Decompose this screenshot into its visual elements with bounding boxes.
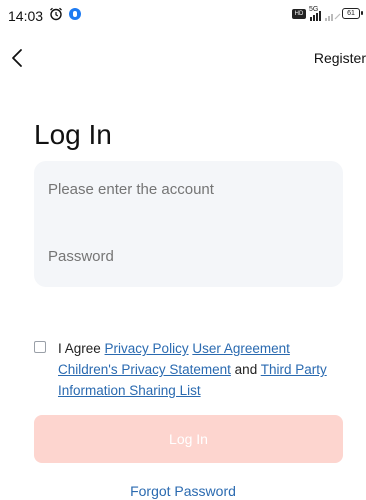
agree-checkbox[interactable] [34, 341, 46, 353]
agreement-text: I Agree Privacy Policy User Agreement Ch… [58, 338, 348, 401]
account-input[interactable] [48, 169, 328, 209]
signal-strength-icon [310, 11, 341, 21]
user-agreement-link[interactable]: User Agreement [192, 341, 290, 356]
login-button[interactable]: Log In [34, 415, 343, 463]
battery-icon: 61 [342, 8, 363, 19]
app-notification-icon [69, 8, 81, 20]
alarm-clock-icon [50, 7, 62, 21]
page-title: Log In [34, 118, 112, 150]
password-input[interactable] [48, 236, 328, 276]
agreement-prefix: I Agree [58, 341, 101, 356]
register-link[interactable]: Register [314, 50, 366, 66]
status-bar: 14:03 HD 5G 61 [0, 0, 366, 36]
status-time: 14:03 [8, 8, 44, 24]
back-chevron-icon[interactable] [8, 44, 32, 72]
childrens-privacy-link[interactable]: Children's Privacy Statement [58, 362, 231, 377]
agreement-and: and [234, 362, 258, 377]
forgot-password-link[interactable]: Forgot Password [0, 483, 366, 499]
hd-badge: HD [292, 9, 306, 19]
privacy-policy-link[interactable]: Privacy Policy [105, 341, 189, 356]
